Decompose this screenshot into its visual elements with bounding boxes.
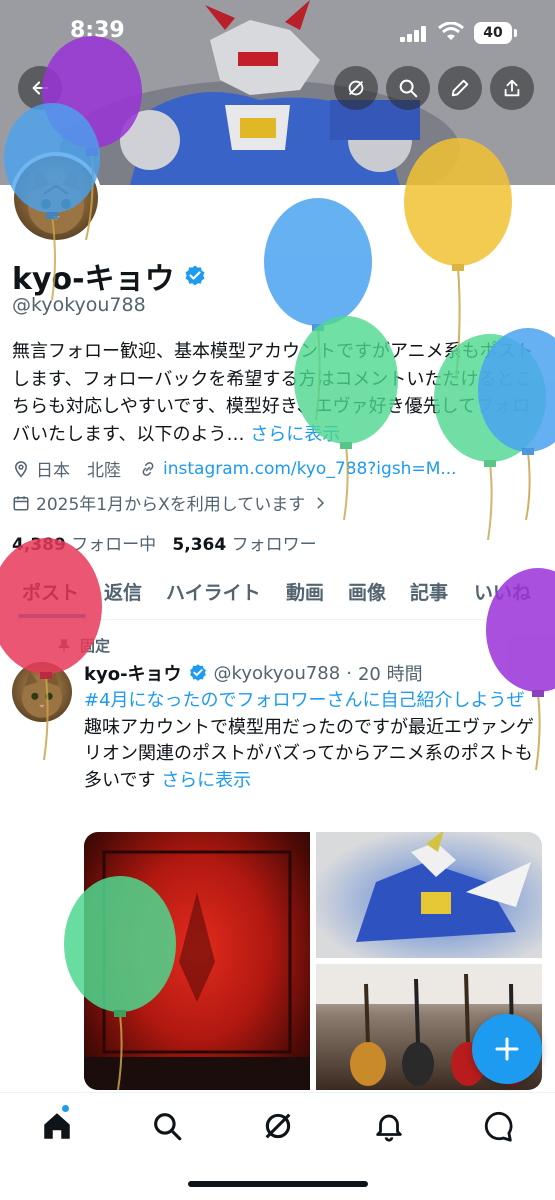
following-stat[interactable]: 4,389 フォロー中 [12,535,156,555]
wifi-icon [438,22,464,40]
profile-tabs: ポスト 返信 ハイライト 動画 画像 記事 いいね [0,568,555,620]
search-icon [154,1113,182,1141]
media-image-red-screen[interactable] [84,832,310,1090]
status-time: 8:39 [70,18,125,43]
chevron-right-icon [317,496,325,509]
pencil-icon [451,79,469,97]
back-arrow-icon [32,81,49,95]
plus-icon [495,1037,519,1061]
pinned-label: 固定 [80,637,111,655]
profile-handle: @kyokyou788 [12,294,146,316]
grok-button[interactable] [334,66,378,110]
cat-avatar-image [22,670,62,718]
post-header: kyo-キョウ @kyokyou788 · 20 時間 [84,660,423,686]
profile-avatar[interactable] [10,152,102,244]
post-separator: · [346,662,352,684]
following-count: 4,389 [12,535,66,555]
share-icon [504,79,520,97]
bio-show-more-link[interactable]: さらに表示 [250,424,340,445]
pinned-indicator: 固定 [56,635,110,656]
home-indicator [188,1181,368,1187]
active-tab-indicator [18,614,86,618]
back-button[interactable] [18,66,62,110]
followers-count: 5,364 [172,535,227,555]
nav-notifications[interactable] [372,1109,406,1143]
chat-bubble-icon [484,1111,513,1142]
profile-name: kyo-キョウ [12,262,175,297]
calendar-icon [13,495,29,510]
tab-articles[interactable]: 記事 [410,578,448,605]
post-author-avatar[interactable] [12,662,72,722]
home-icon [44,1113,70,1139]
profile-joined-date: 2025年1月からXを利用しています [36,495,306,515]
profile-location: 日本 北陸 [36,461,121,481]
verified-badge-icon[interactable] [188,663,208,683]
followers-label: フォロワー [231,535,317,555]
post-time: 20 時間 [357,664,423,685]
profile-banner[interactable]: 8:39 40 [0,0,555,185]
media-image-gundam[interactable] [316,832,542,958]
profile-bio: 無言フォロー歓迎、基本模型アカウントですがアニメ系もポストします、フォローバック… [12,338,544,448]
nav-home[interactable] [40,1109,74,1143]
tab-posts[interactable]: ポスト [22,578,79,605]
nav-messages[interactable] [482,1109,516,1143]
tab-likes[interactable]: いいね [474,578,531,605]
post-hashtag[interactable]: #4月になったのでフォロワーさんに自己紹介しようぜ [84,688,546,715]
post-body-text: 趣味アカウントで模型用だったのですが最近エヴァンゲリオン関連のポストがバズってか… [84,716,534,791]
post-show-more-link[interactable]: さらに表示 [161,770,251,791]
home-notification-dot [62,1105,69,1112]
status-bar: 8:39 40 [0,0,555,62]
link-icon [142,461,154,476]
battery-indicator: 40 [474,22,517,44]
gundam-model-image [356,832,531,942]
nav-grok[interactable] [261,1109,295,1143]
profile-name-row: kyo-キョウ [12,254,207,298]
nav-search[interactable] [150,1109,184,1143]
grok-icon [265,1113,291,1139]
cat-avatar-image [28,168,84,234]
compose-post-button[interactable] [472,1014,542,1084]
search-button[interactable] [386,66,430,110]
profile-meta-location-row: 日本 北陸 instagram.com/kyo_788?igsh=M... [12,456,457,481]
tab-videos[interactable]: 動画 [286,578,324,605]
share-button[interactable] [490,66,534,110]
following-label: フォロー中 [71,535,157,555]
verified-badge-icon[interactable] [183,264,207,288]
post-text[interactable]: #4月になったのでフォロワーさんに自己紹介しようぜ 趣味アカウントで模型用だった… [84,688,546,794]
location-pin-icon [14,460,28,478]
cellular-signal-icon [400,26,428,42]
edit-button[interactable] [438,66,482,110]
post-author-handle[interactable]: @kyokyou788 [214,663,341,684]
post-author-name[interactable]: kyo-キョウ [84,660,182,686]
followers-stat[interactable]: 5,364 フォロワー [172,535,316,555]
pin-icon [57,638,71,653]
profile-website-link[interactable]: instagram.com/kyo_788?igsh=M... [163,459,457,479]
follow-stats: 4,389 フォロー中 5,364 フォロワー [12,530,317,555]
grok-icon [348,80,364,96]
bottom-navigation [0,1092,555,1200]
tab-highlights[interactable]: ハイライト [166,578,261,605]
tab-replies[interactable]: 返信 [104,578,142,605]
eva-screen-image [84,850,310,1090]
tab-media[interactable]: 画像 [348,578,386,605]
search-icon [399,79,418,98]
bell-icon [376,1114,402,1142]
profile-joined-row[interactable]: 2025年1月からXを利用しています [12,490,329,515]
